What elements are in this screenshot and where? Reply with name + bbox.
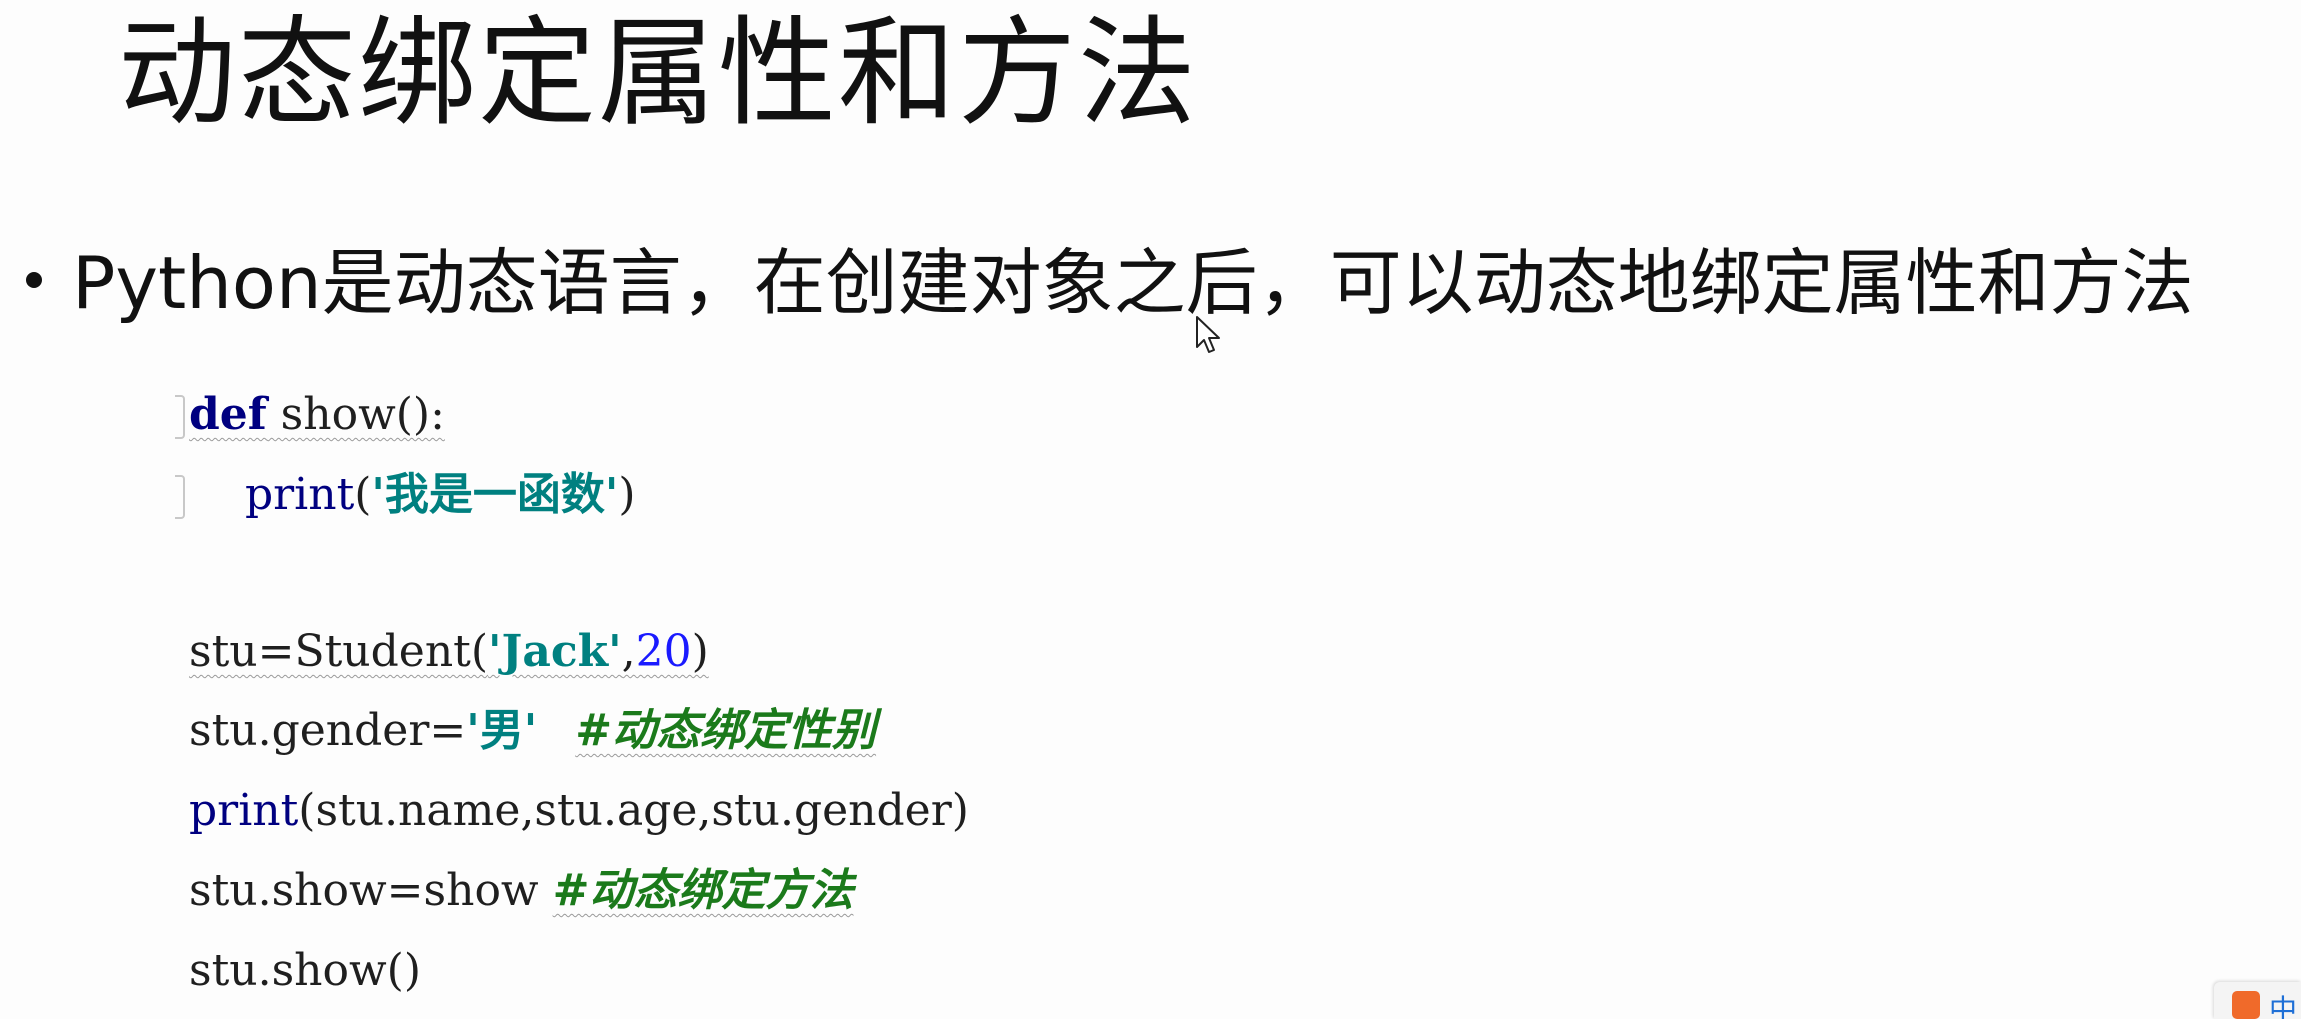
code-text: stu=Student( [189,626,489,677]
code-text: ) [618,469,636,520]
bullet-text: Python是动态语言，在创建对象之后，可以动态地绑定属性和方法 [72,241,2194,325]
code-line-4: stu.gender='男' #动态绑定性别 [189,701,876,761]
code-text: ( [354,469,372,520]
code-text: stu.show=show [189,865,553,916]
code-line-7: stu.show() [189,941,421,1001]
bullet-dot [26,272,42,289]
code-line-6: stu.show=show #动态绑定方法 [189,861,853,921]
code-text: ) [691,626,709,677]
code-string: 'Jack' [488,626,622,677]
code-keyword-def: def [189,389,267,440]
code-text: (stu.name,stu.age,stu.gender) [298,785,969,836]
code-text: show(): [266,389,445,440]
code-comment: #动态绑定方法 [552,865,854,916]
code-text: stu.show() [189,945,421,996]
mouse-cursor-icon [1196,316,1220,353]
code-line-5: print(stu.name,stu.age,stu.gender) [189,781,969,841]
code-line-3: stu=Student('Jack',20) [189,622,709,682]
code-builtin-print: print [244,469,355,520]
bullet-point: Python是动态语言，在创建对象之后，可以动态地绑定属性和方法 [26,238,2194,328]
ime-mode-label: 中 [2269,993,2298,1019]
code-line-1: def show(): [189,385,445,445]
code-comment: #动态绑定性别 [575,705,877,756]
code-builtin-print: print [189,785,299,836]
fold-marker-1 [175,395,185,439]
code-line-2: print('我是一函数') [189,465,636,525]
code-text: , [621,626,636,677]
fold-marker-2 [175,475,185,519]
code-text: stu.gender= [189,705,467,756]
ime-indicator[interactable]: 中 [2214,982,2301,1019]
slide-title: 动态绑定属性和方法 [118,4,1199,142]
ime-logo-icon [2232,991,2260,1019]
code-string: '我是一函数' [371,469,619,520]
code-string: '男' [466,705,538,756]
code-number: 20 [635,626,692,677]
